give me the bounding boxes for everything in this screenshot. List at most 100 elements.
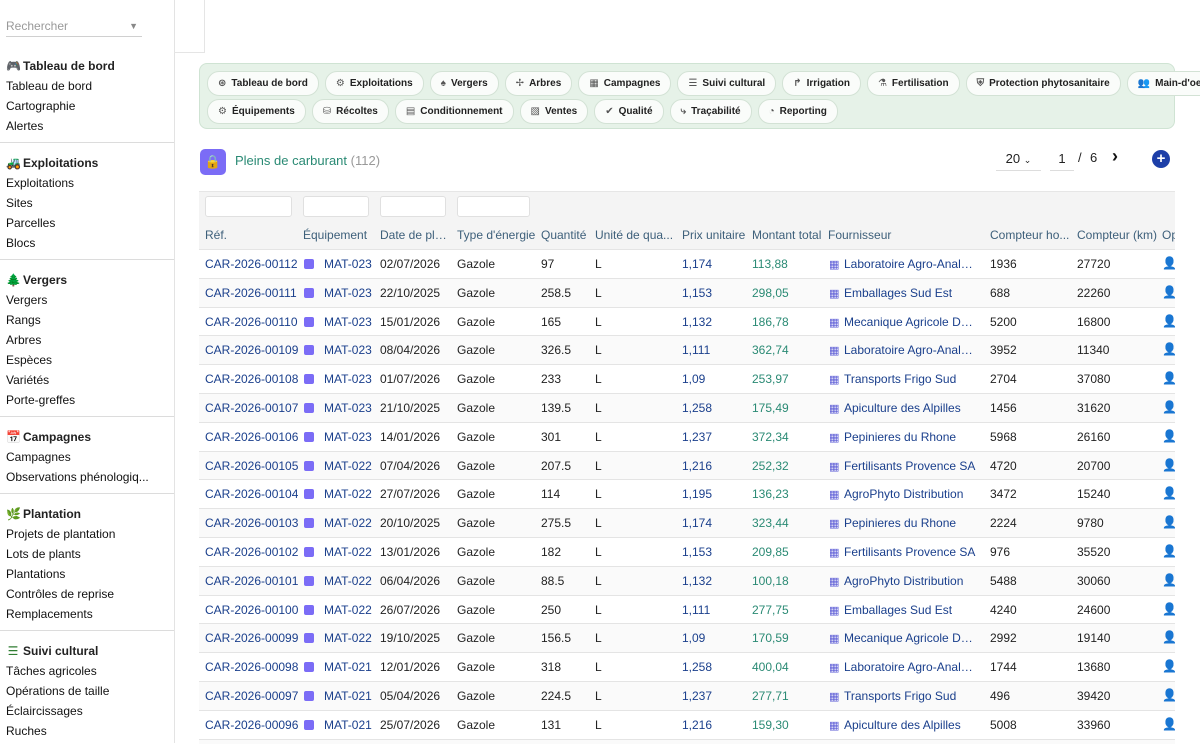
cell-equipment[interactable]: MAT-023 (324, 286, 372, 300)
module-chip[interactable]: ☰ Suivi cultural (677, 71, 777, 96)
next-page-button[interactable]: › (1112, 146, 1118, 167)
table-row[interactable]: ▦ CAR-2026-00099 MAT-022 19/10/2025 Gazole 15… (199, 623, 1175, 653)
filter-type-input[interactable] (457, 196, 530, 217)
user-icon[interactable]: 👤 (1162, 630, 1175, 644)
cell-equipment[interactable]: MAT-022 (324, 631, 372, 645)
table-row[interactable]: ▦ CAR-2026-00105 MAT-022 07/04/2026 Gazole 20… (199, 450, 1175, 480)
cell-supplier[interactable]: Pepinieres du Rhone (844, 516, 977, 530)
table-row[interactable]: ▦ CAR-2026-00096 MAT-021 25/07/2026 Gazole 13… (199, 709, 1175, 739)
table-row[interactable]: ▦ CAR-2026-00101 MAT-022 06/04/2026 Gazole 88… (199, 565, 1175, 595)
cell-supplier[interactable]: Emballages Sud Est (844, 603, 977, 617)
cell-ref[interactable]: CAR-2026-00101 (205, 574, 298, 588)
chevron-down-icon[interactable]: ▼ (129, 14, 138, 38)
module-chip[interactable]: ✢ Arbres (504, 71, 573, 96)
cell-supplier[interactable]: Mecanique Agricole Durance (844, 315, 977, 329)
sidebar-item[interactable]: Vergers (0, 290, 174, 310)
module-chip[interactable]: ⚗ Fertilisation (866, 71, 960, 96)
page-size-select[interactable]: 20 ⌄ (996, 148, 1041, 171)
table-row[interactable]: ▦ CAR-2026-00104 MAT-022 27/07/2026 Gazole 11… (199, 479, 1175, 509)
cell-equipment[interactable]: MAT-023 (324, 343, 372, 357)
cell-equipment[interactable]: MAT-021 (324, 718, 372, 732)
column-header[interactable]: Fournisseur (828, 228, 978, 242)
cell-supplier[interactable]: AgroPhyto Distribution (844, 487, 977, 501)
module-chip[interactable]: ⛨ Protection phytosanitaire (965, 71, 1121, 96)
cell-supplier[interactable]: Laboratoire Agro-Analyses (844, 343, 977, 357)
cell-ref[interactable]: CAR-2026-00100 (205, 603, 298, 617)
table-row[interactable]: ▦ CAR-2026-00100 MAT-022 26/07/2026 Gazole 25… (199, 594, 1175, 624)
table-row[interactable]: ▦ CAR-2026-00110 MAT-023 15/01/2026 Gazole 16… (199, 306, 1175, 336)
column-header[interactable]: Quantité (541, 228, 591, 242)
filter-ref-input[interactable] (205, 196, 292, 217)
cell-supplier[interactable]: Laboratoire Agro-Analyses (844, 257, 977, 271)
cell-ref[interactable]: CAR-2026-00109 (205, 343, 298, 357)
sidebar-item[interactable]: Cartographie (0, 96, 174, 116)
module-chip[interactable]: ⚙ Équipements (207, 99, 306, 124)
cell-equipment[interactable]: MAT-023 (324, 257, 372, 271)
cell-ref[interactable]: CAR-2026-00112 (205, 257, 298, 271)
column-header[interactable]: Prix unitaire (682, 228, 747, 242)
sidebar-section-title[interactable]: 🎮 Tableau de bord (0, 56, 174, 76)
module-chip[interactable]: ▤ Conditionnement (394, 99, 514, 124)
user-icon[interactable]: 👤 (1162, 285, 1175, 299)
column-header[interactable]: Équipement (303, 228, 373, 242)
module-chip[interactable]: ⤷ Traçabilité (669, 99, 752, 124)
cell-ref[interactable]: CAR-2026-00108 (205, 372, 298, 386)
cell-equipment[interactable]: MAT-021 (324, 660, 372, 674)
module-chip[interactable]: ↱ Irrigation (782, 71, 861, 96)
add-button[interactable]: + (1152, 150, 1170, 168)
cell-ref[interactable]: CAR-2026-00107 (205, 401, 298, 415)
cell-supplier[interactable]: Mecanique Agricole Durance (844, 631, 977, 645)
table-row[interactable]: ▦ CAR-2026-00103 MAT-022 20/10/2025 Gazole 27… (199, 508, 1175, 537)
cell-ref[interactable]: CAR-2026-00103 (205, 516, 298, 530)
sidebar-item[interactable]: Ruches (0, 721, 174, 741)
sidebar-item[interactable]: Alertes (0, 116, 174, 136)
current-page-input[interactable]: 1 (1050, 148, 1074, 171)
column-header[interactable]: Réf. (205, 228, 295, 242)
user-icon[interactable]: 👤 (1162, 688, 1175, 702)
user-icon[interactable]: 👤 (1162, 486, 1175, 500)
user-icon[interactable]: 👤 (1162, 400, 1175, 414)
cell-supplier[interactable]: Transports Frigo Sud (844, 689, 977, 703)
sidebar-item[interactable]: Parcelles (0, 213, 174, 233)
cell-equipment[interactable]: MAT-021 (324, 689, 372, 703)
sidebar-section-title[interactable]: 📅 Campagnes (0, 427, 174, 447)
user-icon[interactable]: 👤 (1162, 544, 1175, 558)
table-row[interactable]: ▦ CAR-2026-00106 MAT-023 14/01/2026 Gazole 30… (199, 421, 1175, 451)
cell-ref[interactable]: CAR-2026-00106 (205, 430, 298, 444)
sidebar-item[interactable]: Variétés (0, 370, 174, 390)
column-header[interactable]: Type d'énergie (457, 228, 537, 242)
sidebar-item[interactable]: Arbres (0, 330, 174, 350)
cell-ref[interactable]: CAR-2026-00105 (205, 459, 298, 473)
module-chip[interactable]: ♠ Vergers (429, 71, 499, 96)
sidebar-item[interactable]: Lots de plants (0, 544, 174, 564)
table-row[interactable]: ▦ CAR-2026-00102 MAT-022 13/01/2026 Gazole 18… (199, 536, 1175, 566)
cell-ref[interactable]: CAR-2026-00099 (205, 631, 298, 645)
cell-ref[interactable]: CAR-2026-00110 (205, 315, 298, 329)
cell-ref[interactable]: CAR-2026-00111 (205, 286, 297, 300)
cell-ref[interactable]: CAR-2026-00102 (205, 545, 298, 559)
cell-equipment[interactable]: MAT-023 (324, 430, 372, 444)
column-header[interactable]: Montant total (752, 228, 822, 242)
user-icon[interactable]: 👤 (1162, 458, 1175, 472)
module-chip[interactable]: ⛁ Récoltes (311, 99, 389, 124)
module-chip[interactable]: ⚙ Exploitations (324, 71, 424, 96)
sidebar-item[interactable]: Plantations (0, 564, 174, 584)
cell-equipment[interactable]: MAT-022 (324, 459, 372, 473)
table-row[interactable]: ▦ CAR-2026-00112 MAT-023 02/07/2026 Gazole 97… (199, 249, 1175, 278)
table-row[interactable]: ▦ CAR-2026-00109 MAT-023 08/04/2026 Gazole 32… (199, 335, 1175, 365)
user-icon[interactable]: 👤 (1162, 573, 1175, 587)
sidebar-item[interactable]: Remplacements (0, 604, 174, 624)
user-icon[interactable]: 👤 (1162, 717, 1175, 731)
user-icon[interactable]: 👤 (1162, 342, 1175, 356)
sidebar-item[interactable]: Porte-greffes (0, 390, 174, 410)
table-row[interactable]: ▦ CAR-2026-00111 MAT-023 22/10/2025 Gazole 25… (199, 277, 1175, 307)
cell-equipment[interactable]: MAT-023 (324, 372, 372, 386)
table-row[interactable]: ▦ CAR-2026-00098 MAT-021 12/01/2026 Gazole 31… (199, 652, 1175, 681)
table-row[interactable]: ▦ CAR-2026-00097 MAT-021 05/04/2026 Gazole 22… (199, 680, 1175, 710)
cell-supplier[interactable]: Transports Frigo Sud (844, 372, 977, 386)
filter-equipment-input[interactable] (303, 196, 369, 217)
user-icon[interactable]: 👤 (1162, 314, 1175, 328)
cell-ref[interactable]: CAR-2026-00097 (205, 689, 298, 703)
cell-supplier[interactable]: Apiculture des Alpilles (844, 718, 977, 732)
search-input[interactable]: Rechercher ▼ (6, 14, 142, 37)
